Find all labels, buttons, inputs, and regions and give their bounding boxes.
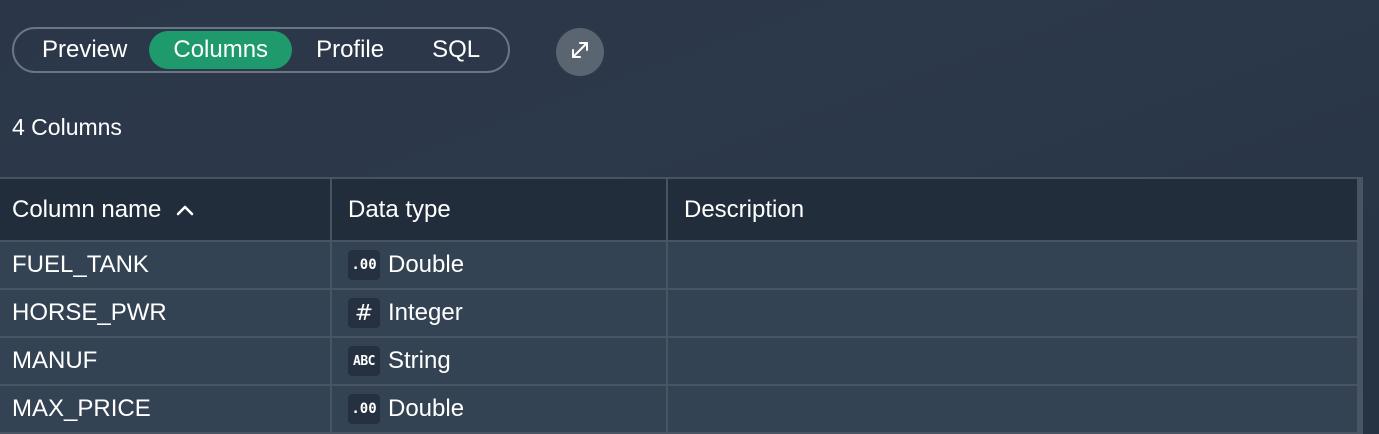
table-header-row: Column name Data type Description xyxy=(0,177,1357,242)
tab-profile[interactable]: Profile xyxy=(292,31,408,69)
table-row[interactable]: HORSE_PWR # Integer xyxy=(0,290,1357,338)
data-type-label: Integer xyxy=(388,299,463,326)
description-cell xyxy=(668,242,1357,288)
double-type-icon: .00 xyxy=(348,250,380,280)
string-type-icon: ABC xyxy=(348,346,380,376)
tab-sql[interactable]: SQL xyxy=(408,31,504,69)
table-row[interactable]: MAX_PRICE .00 Double xyxy=(0,386,1357,434)
header-label: Column name xyxy=(12,195,162,223)
header-column-name[interactable]: Column name xyxy=(0,179,332,240)
description-cell xyxy=(668,338,1357,384)
vertical-scrollbar[interactable] xyxy=(1357,177,1363,434)
data-type-cell: # Integer xyxy=(332,290,668,336)
header-data-type[interactable]: Data type xyxy=(332,179,668,240)
column-count: 4 Columns xyxy=(12,114,122,140)
header-description[interactable]: Description xyxy=(668,179,1357,240)
data-type-cell: .00 Double xyxy=(332,242,668,288)
view-tabs: Preview Columns Profile SQL xyxy=(12,27,511,73)
column-name-cell: HORSE_PWR xyxy=(0,290,332,336)
data-type-label: Double xyxy=(388,395,465,422)
column-name-cell: FUEL_TANK xyxy=(0,242,332,288)
expand-arrows-icon xyxy=(567,37,593,68)
columns-table: Column name Data type Description FUEL_T… xyxy=(0,177,1357,434)
data-type-label: Double xyxy=(388,251,465,278)
column-name-cell: MAX_PRICE xyxy=(0,386,332,432)
description-cell xyxy=(668,386,1357,432)
description-cell xyxy=(668,290,1357,336)
header-label: Description xyxy=(684,195,805,223)
data-type-label: String xyxy=(388,347,451,374)
integer-type-icon: # xyxy=(348,298,380,328)
expand-button[interactable] xyxy=(556,28,604,76)
tab-preview[interactable]: Preview xyxy=(18,31,149,69)
chevron-up-icon xyxy=(175,203,195,217)
data-type-cell: .00 Double xyxy=(332,386,668,432)
tab-columns[interactable]: Columns xyxy=(149,31,293,69)
table-row[interactable]: FUEL_TANK .00 Double xyxy=(0,242,1357,290)
table-row[interactable]: MANUF ABC String xyxy=(0,338,1357,386)
header-label: Data type xyxy=(348,195,451,223)
column-name-cell: MANUF xyxy=(0,338,332,384)
double-type-icon: .00 xyxy=(348,394,380,424)
data-type-cell: ABC String xyxy=(332,338,668,384)
